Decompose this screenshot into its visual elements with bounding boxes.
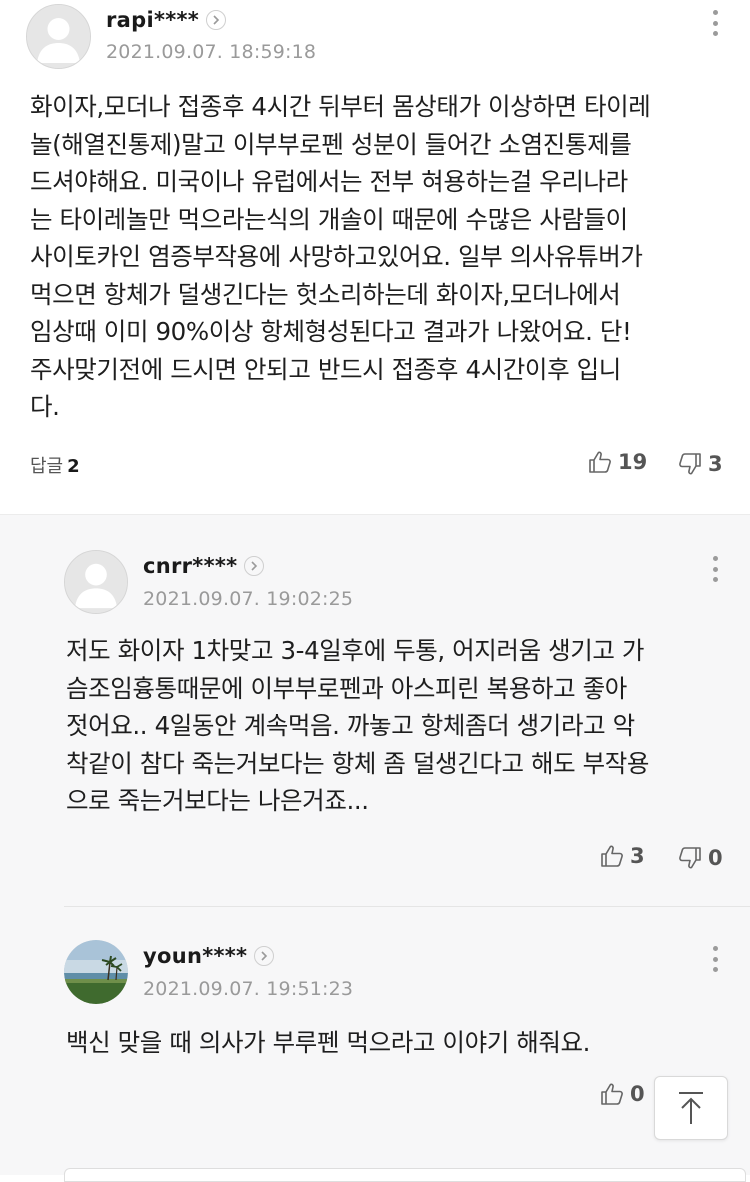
like-count: 0 <box>630 1082 645 1106</box>
username[interactable]: youn**** <box>143 944 247 968</box>
reply-text: 저도 화이자 1차맞고 3-4일후에 두통, 어지러움 생기고 가 슴조임흉통때… <box>66 636 650 815</box>
dislike-button[interactable]: 3 <box>678 452 723 476</box>
default-avatar-icon <box>65 551 127 613</box>
dislike-button[interactable]: 0 <box>678 846 723 870</box>
reply-date: 2021.09.07. 19:02:25 <box>143 588 354 610</box>
chevron-right-icon[interactable] <box>244 556 265 576</box>
reply-label: 답글 <box>30 456 64 477</box>
comment-text: 화이자,모더나 접종후 4시간 뒤부터 몸상태가 이상하면 타이레 놀(해열진통… <box>30 92 651 421</box>
reply-author[interactable]: cnrr**** <box>143 554 265 578</box>
like-button[interactable]: 19 <box>588 450 647 474</box>
thumbs-down-icon <box>679 847 701 869</box>
username[interactable]: cnrr**** <box>143 554 237 578</box>
thumbs-up-icon <box>601 845 623 867</box>
comment-date: 2021.09.07. 18:59:18 <box>106 41 317 63</box>
comment-input-box[interactable] <box>64 1168 746 1182</box>
dislike-count: 3 <box>708 452 723 476</box>
comment-item: rapi**** 2021.09.07. 18:59:18 화이자,모더나 접종… <box>0 0 750 514</box>
default-avatar-icon <box>27 5 90 68</box>
reply-text: 백신 맞을 때 의사가 부루펜 먹으라고 이야기 해줘요. <box>66 1028 591 1057</box>
beach-palm-photo-icon <box>64 940 128 1004</box>
like-count: 3 <box>630 844 645 868</box>
reply-count: 2 <box>67 456 80 477</box>
chevron-right-icon[interactable] <box>254 946 275 966</box>
more-vertical-icon[interactable] <box>713 556 719 582</box>
thumbs-up-icon <box>589 451 611 473</box>
reply-item: youn**** 2021.09.07. 19:51:23 백신 맞을 때 의사… <box>0 906 750 1174</box>
reply-item: cnrr**** 2021.09.07. 19:02:25 저도 화이자 1차맞… <box>0 514 750 906</box>
thumbs-down-icon <box>679 453 701 475</box>
like-count: 19 <box>618 450 648 474</box>
username[interactable]: rapi**** <box>106 8 199 32</box>
avatar[interactable] <box>64 550 128 614</box>
like-button[interactable]: 0 <box>600 1082 645 1106</box>
comment-author[interactable]: rapi**** <box>106 8 227 32</box>
more-vertical-icon[interactable] <box>713 10 719 36</box>
arrow-up-icon <box>679 1092 703 1124</box>
like-button[interactable]: 3 <box>600 844 645 868</box>
reply-author[interactable]: youn**** <box>143 944 275 968</box>
avatar[interactable] <box>64 940 128 1004</box>
reply-toggle[interactable]: 답글 2 <box>30 452 80 478</box>
dislike-count: 0 <box>708 846 723 870</box>
reply-date: 2021.09.07. 19:51:23 <box>143 978 354 1000</box>
scroll-top-button[interactable] <box>654 1076 728 1140</box>
more-vertical-icon[interactable] <box>713 946 719 972</box>
avatar[interactable] <box>26 4 91 69</box>
chevron-right-icon[interactable] <box>206 10 227 30</box>
thumbs-up-icon <box>601 1083 623 1105</box>
